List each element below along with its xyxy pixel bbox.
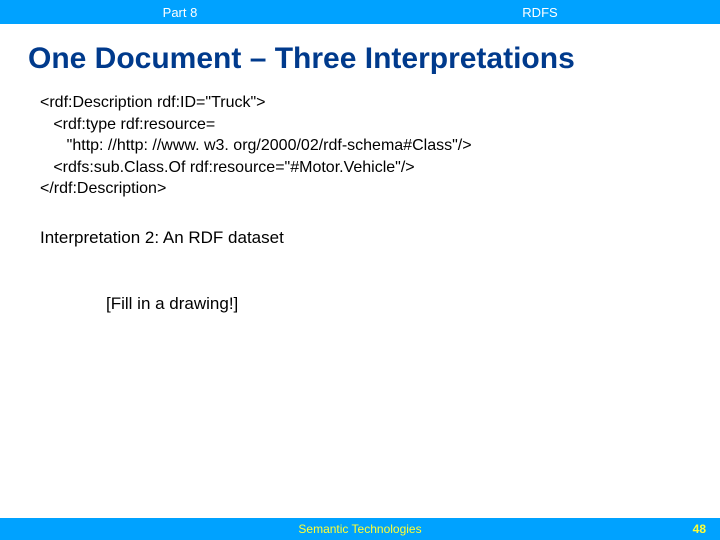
slide-footer: Semantic Technologies 48: [0, 518, 720, 540]
code-block: <rdf:Description rdf:ID="Truck"> <rdf:ty…: [40, 92, 680, 200]
footer-title: Semantic Technologies: [298, 522, 421, 536]
slide-body: <rdf:Description rdf:ID="Truck"> <rdf:ty…: [0, 86, 720, 540]
drawing-placeholder: [Fill in a drawing!]: [106, 294, 680, 314]
slide: Part 8 RDFS One Document – Three Interpr…: [0, 0, 720, 540]
footer-page-number: 48: [693, 522, 706, 536]
header-right: RDFS: [360, 0, 720, 24]
interpretation-label: Interpretation 2: An RDF dataset: [40, 228, 680, 248]
slide-title: One Document – Three Interpretations: [0, 24, 720, 86]
header-left: Part 8: [0, 0, 360, 24]
slide-header: Part 8 RDFS: [0, 0, 720, 24]
